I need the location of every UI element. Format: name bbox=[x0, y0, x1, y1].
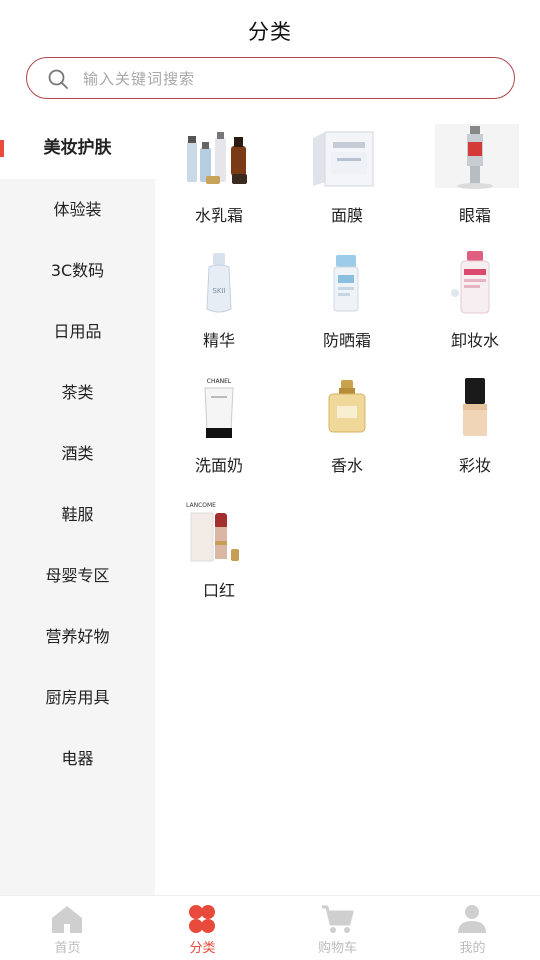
grid-item-label: 防晒霜 bbox=[322, 331, 371, 350]
search-bar[interactable]: 输入关键词搜索 bbox=[26, 57, 515, 99]
grid-item-label: 香水 bbox=[330, 456, 363, 475]
grid-item-makeup[interactable]: 彩妆 bbox=[411, 368, 539, 493]
sidebar-item-label: 3C数码 bbox=[50, 261, 105, 280]
grid-item-lotion-cream[interactable]: 水乳霜 bbox=[155, 118, 283, 243]
grid-item-sunscreen[interactable]: 防晒霜 bbox=[283, 243, 411, 368]
sidebar-item-label: 母婴专区 bbox=[45, 566, 110, 585]
bottom-tab-bar: 首页 分类 购物车 我的 bbox=[0, 895, 540, 960]
sidebar-item-trial[interactable]: 体验装 bbox=[0, 179, 155, 240]
sidebar-item-label: 鞋服 bbox=[61, 505, 94, 524]
sk2-logo-text: SKII bbox=[212, 287, 225, 295]
category-icon bbox=[189, 905, 215, 933]
sidebar-item-daily[interactable]: 日用品 bbox=[0, 301, 155, 362]
sidebar-item-label: 茶类 bbox=[61, 383, 94, 402]
sidebar-item-label: 厨房用具 bbox=[45, 688, 110, 707]
lancome-logo-text: LANCOME bbox=[186, 502, 216, 509]
category-sidebar: 美妆护肤 体验装 3C数码 日用品 茶类 酒类 鞋服 母婴专区 营养好物 厨房用… bbox=[0, 118, 155, 895]
grid-item-label: 洗面奶 bbox=[194, 456, 243, 475]
face-mask-box-icon bbox=[313, 131, 374, 187]
tab-profile[interactable]: 我的 bbox=[405, 896, 540, 960]
grid-item-label: 彩妆 bbox=[458, 456, 491, 475]
sunscreen-bottle-icon bbox=[333, 255, 359, 312]
sidebar-item-liquor[interactable]: 酒类 bbox=[0, 423, 155, 484]
grid-item-lipstick[interactable]: LANCOME 口红 bbox=[155, 493, 283, 618]
cart-icon bbox=[322, 905, 354, 933]
foundation-bottle-icon bbox=[463, 378, 487, 436]
grid-item-cleanser[interactable]: CHANEL 洗面奶 bbox=[155, 368, 283, 493]
grid-item-perfume[interactable]: 香水 bbox=[283, 368, 411, 493]
grid-item-label: 面膜 bbox=[330, 206, 363, 225]
grid-item-label: 眼霜 bbox=[458, 206, 491, 225]
sidebar-item-label: 体验装 bbox=[53, 200, 102, 219]
tab-label: 分类 bbox=[189, 941, 216, 956]
grid-item-serum[interactable]: SKII 精华 bbox=[155, 243, 283, 368]
subcategory-grid: 水乳霜 面膜 眼霜 SKII 精华 防晒霜 卸妆水 CHANEL 洗面奶 香水 … bbox=[155, 118, 540, 895]
active-indicator bbox=[0, 140, 4, 157]
sidebar-item-label: 日用品 bbox=[53, 322, 102, 341]
grid-item-label: 口红 bbox=[202, 581, 235, 600]
sidebar-item-kitchen[interactable]: 厨房用具 bbox=[0, 667, 155, 728]
page-title: 分类 bbox=[248, 20, 292, 44]
home-icon bbox=[52, 906, 82, 933]
grid-item-makeup-remover[interactable]: 卸妆水 bbox=[411, 243, 539, 368]
tab-label: 我的 bbox=[459, 941, 486, 956]
sidebar-item-baby[interactable]: 母婴专区 bbox=[0, 545, 155, 606]
sidebar-item-apparel[interactable]: 鞋服 bbox=[0, 484, 155, 545]
grid-item-label: 卸妆水 bbox=[450, 331, 499, 350]
tab-home[interactable]: 首页 bbox=[0, 896, 135, 960]
user-icon bbox=[458, 905, 486, 933]
micellar-water-icon bbox=[451, 251, 490, 314]
sidebar-item-appliances[interactable]: 电器 bbox=[0, 728, 155, 789]
tab-label: 首页 bbox=[54, 941, 81, 956]
grid-item-eye-cream[interactable]: 眼霜 bbox=[411, 118, 539, 243]
search-icon bbox=[48, 69, 68, 89]
sidebar-item-label: 美妆护肤 bbox=[43, 138, 112, 158]
grid-item-label: 水乳霜 bbox=[194, 206, 243, 225]
sidebar-item-tea[interactable]: 茶类 bbox=[0, 362, 155, 423]
tab-cart[interactable]: 购物车 bbox=[270, 896, 405, 960]
header: 分类 输入关键词搜索 bbox=[0, 0, 540, 118]
sidebar-item-beauty[interactable]: 美妆护肤 bbox=[0, 118, 155, 179]
tab-category[interactable]: 分类 bbox=[135, 896, 270, 960]
search-input[interactable]: 输入关键词搜索 bbox=[83, 68, 195, 89]
chanel-logo-text: CHANEL bbox=[207, 378, 232, 385]
grid-item-label: 精华 bbox=[202, 331, 235, 350]
grid-item-face-mask[interactable]: 面膜 bbox=[283, 118, 411, 243]
serum-bottle-icon: SKII bbox=[206, 253, 232, 313]
cleanser-tube-icon: CHANEL bbox=[204, 378, 234, 438]
sidebar-item-label: 酒类 bbox=[61, 444, 94, 463]
sidebar-item-digital[interactable]: 3C数码 bbox=[0, 240, 155, 301]
sidebar-item-nutrition[interactable]: 营养好物 bbox=[0, 606, 155, 667]
perfume-bottle-icon bbox=[328, 380, 366, 433]
sidebar-item-label: 电器 bbox=[61, 749, 94, 768]
skincare-set-icon bbox=[187, 132, 247, 184]
eye-cream-icon bbox=[435, 124, 519, 189]
tab-label: 购物车 bbox=[317, 941, 357, 956]
sidebar-item-label: 营养好物 bbox=[45, 627, 110, 646]
lipstick-icon: LANCOME bbox=[186, 502, 239, 562]
